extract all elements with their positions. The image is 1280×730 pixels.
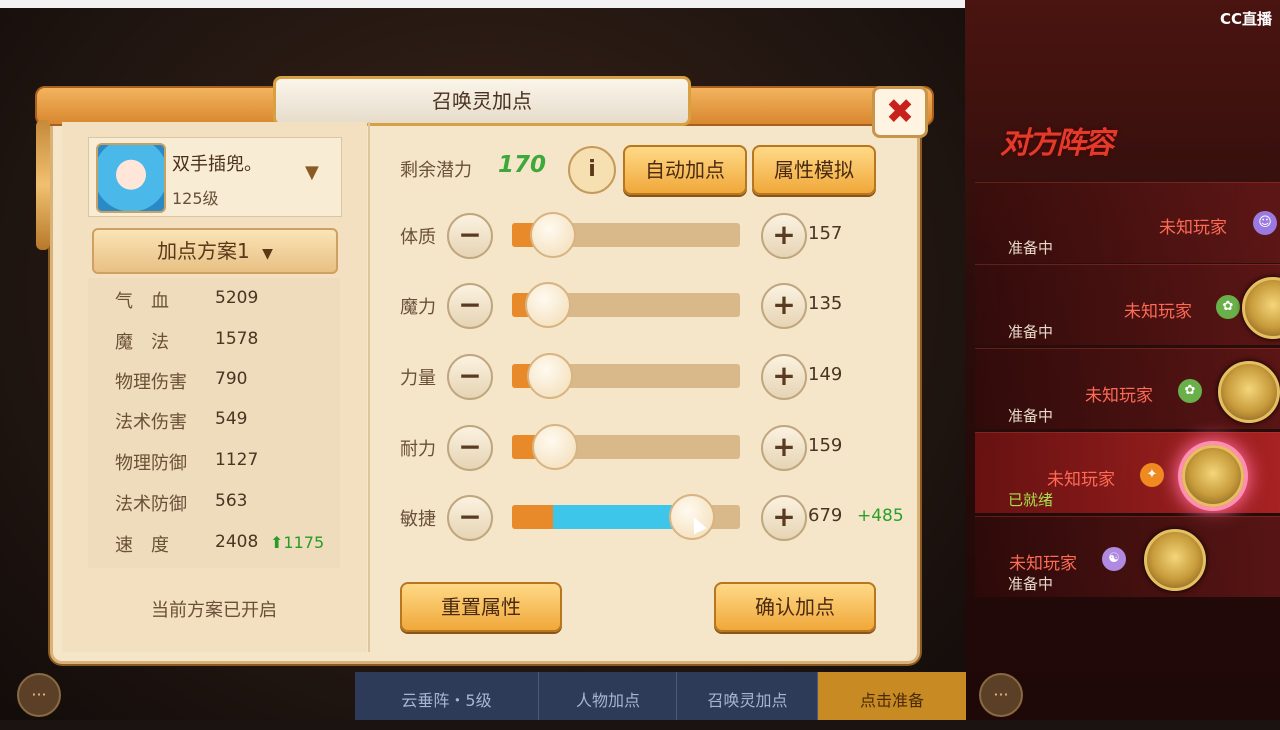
stat-label: 速 度 bbox=[115, 535, 169, 556]
attribute-label: 敏捷 bbox=[400, 509, 436, 530]
chevron-down-icon: ▼ bbox=[262, 246, 273, 262]
school-badge-icon: ☯ bbox=[1102, 547, 1126, 571]
auto-allocate-button[interactable]: 自动加点 bbox=[623, 145, 747, 195]
info-icon[interactable]: i bbox=[568, 146, 616, 194]
attribute-value: 159 bbox=[808, 435, 843, 456]
attribute-label: 力量 bbox=[400, 368, 436, 389]
opponent-name: 未知玩家 bbox=[1009, 554, 1077, 574]
chat-bubble-icon[interactable]: ··· bbox=[17, 673, 61, 717]
opponent-row: 未知玩家 ☺ 准备中 bbox=[975, 182, 1280, 263]
plan-dropdown[interactable]: 加点方案1 ▼ bbox=[92, 228, 338, 274]
minus-button[interactable]: − bbox=[447, 213, 493, 259]
attribute-label: 魔力 bbox=[400, 297, 436, 318]
minus-button[interactable]: − bbox=[447, 495, 493, 541]
minus-button[interactable]: − bbox=[447, 283, 493, 329]
opponent-name: 未知玩家 bbox=[1159, 218, 1227, 238]
dialog-title: 召唤灵加点 bbox=[273, 76, 691, 126]
minus-button[interactable]: − bbox=[447, 354, 493, 400]
school-badge-icon: ✦ bbox=[1140, 463, 1164, 487]
attribute-slider[interactable] bbox=[512, 353, 740, 399]
attribute-value: 157 bbox=[808, 223, 843, 244]
attribute-label: 体质 bbox=[400, 227, 436, 248]
attribute-slider[interactable] bbox=[512, 282, 740, 328]
plus-button[interactable]: + bbox=[761, 495, 807, 541]
attribute-simulate-button[interactable]: 属性模拟 bbox=[752, 145, 876, 195]
opponent-name: 未知玩家 bbox=[1124, 302, 1192, 322]
chevron-down-icon[interactable]: ▼ bbox=[305, 162, 319, 183]
stat-value: 563 bbox=[215, 491, 248, 511]
top-strip bbox=[0, 0, 965, 8]
slider-handle[interactable] bbox=[532, 424, 579, 470]
opponent-pet-avatar[interactable] bbox=[1144, 529, 1206, 591]
opponent-row: 未知玩家 ✿ 准备中 bbox=[975, 264, 1280, 345]
plus-button[interactable]: + bbox=[761, 425, 807, 471]
stat-label: 法术防御 bbox=[115, 494, 187, 515]
stat-value: 1578 bbox=[215, 329, 259, 349]
opponent-name: 未知玩家 bbox=[1085, 386, 1153, 406]
plus-button[interactable]: + bbox=[761, 354, 807, 400]
stat-value: 2408 bbox=[215, 532, 259, 552]
attribute-value: 135 bbox=[808, 293, 843, 314]
school-badge-icon: ✿ bbox=[1178, 379, 1202, 403]
slider-handle[interactable] bbox=[529, 212, 576, 258]
opponent-row-ready: 未知玩家 ✦ 已就绪 bbox=[975, 432, 1280, 513]
opponent-pet-avatar[interactable] bbox=[1218, 361, 1280, 423]
opponent-status: 准备中 bbox=[1008, 575, 1054, 593]
plus-button[interactable]: + bbox=[761, 283, 807, 329]
column-divider bbox=[368, 122, 370, 652]
confirm-points-button[interactable]: 确认加点 bbox=[714, 582, 876, 632]
opponent-row: 未知玩家 ☯ 准备中 bbox=[975, 516, 1280, 597]
potential-value: 170 bbox=[498, 152, 547, 178]
reset-attributes-button[interactable]: 重置属性 bbox=[400, 582, 562, 632]
attribute-slider[interactable] bbox=[512, 212, 740, 258]
opponent-row: 未知玩家 ✿ 准备中 bbox=[975, 348, 1280, 429]
school-badge-icon: ☺ bbox=[1253, 211, 1277, 235]
opponent-lineup-title: 对方阵容 bbox=[1000, 126, 1114, 161]
bottom-action-bar: 云垂阵・5级 人物加点 召唤灵加点 点击准备 bbox=[355, 672, 966, 720]
stat-bonus: ⬆1175 bbox=[270, 533, 325, 552]
opponent-pet-avatar[interactable] bbox=[1182, 445, 1244, 507]
attribute-slider[interactable] bbox=[512, 424, 740, 470]
opponent-status: 准备中 bbox=[1008, 239, 1054, 257]
chat-bubble-icon[interactable]: ··· bbox=[979, 673, 1023, 717]
tassel-ornament bbox=[36, 120, 50, 250]
cc-live-logo: CC直播 bbox=[1219, 10, 1272, 28]
tab-pet-points[interactable]: 召唤灵加点 bbox=[676, 672, 818, 720]
stat-label: 法术伤害 bbox=[115, 412, 187, 433]
tab-formation[interactable]: 云垂阵・5级 bbox=[355, 672, 538, 720]
plan-label: 加点方案1 bbox=[157, 239, 250, 263]
tab-character-points[interactable]: 人物加点 bbox=[538, 672, 677, 720]
opponent-status: 已就绪 bbox=[1008, 491, 1054, 509]
stat-value: 790 bbox=[215, 369, 248, 389]
stat-label: 气 血 bbox=[115, 291, 169, 312]
slider-base-fill bbox=[512, 505, 554, 529]
stat-label: 物理防御 bbox=[115, 453, 187, 474]
pet-name: 双手插兜。 bbox=[172, 154, 262, 175]
stat-label: 魔 法 bbox=[115, 332, 169, 353]
attribute-value: 149 bbox=[808, 364, 843, 385]
opponent-status: 准备中 bbox=[1008, 323, 1054, 341]
pet-level: 125级 bbox=[172, 189, 219, 208]
attribute-added-value: +485 bbox=[857, 506, 904, 526]
stat-value: 5209 bbox=[215, 288, 259, 308]
minus-button[interactable]: − bbox=[447, 425, 493, 471]
ready-button[interactable]: 点击准备 bbox=[817, 672, 966, 720]
opponent-status: 准备中 bbox=[1008, 407, 1054, 425]
plus-button[interactable]: + bbox=[761, 213, 807, 259]
pet-portrait bbox=[96, 143, 166, 213]
slider-handle[interactable] bbox=[525, 282, 572, 328]
attribute-label: 耐力 bbox=[400, 439, 436, 460]
stat-value: 1127 bbox=[215, 450, 259, 470]
stat-label: 物理伤害 bbox=[115, 372, 187, 393]
stat-value: 549 bbox=[215, 409, 248, 429]
attribute-value: 679 bbox=[808, 505, 843, 526]
opponent-pet-avatar[interactable] bbox=[1242, 277, 1280, 339]
plan-status-text: 当前方案已开启 bbox=[151, 600, 277, 621]
opponent-name: 未知玩家 bbox=[1047, 470, 1115, 490]
school-badge-icon: ✿ bbox=[1216, 295, 1240, 319]
potential-label: 剩余潜力 bbox=[400, 160, 472, 181]
close-button[interactable]: ✖ bbox=[872, 86, 928, 138]
